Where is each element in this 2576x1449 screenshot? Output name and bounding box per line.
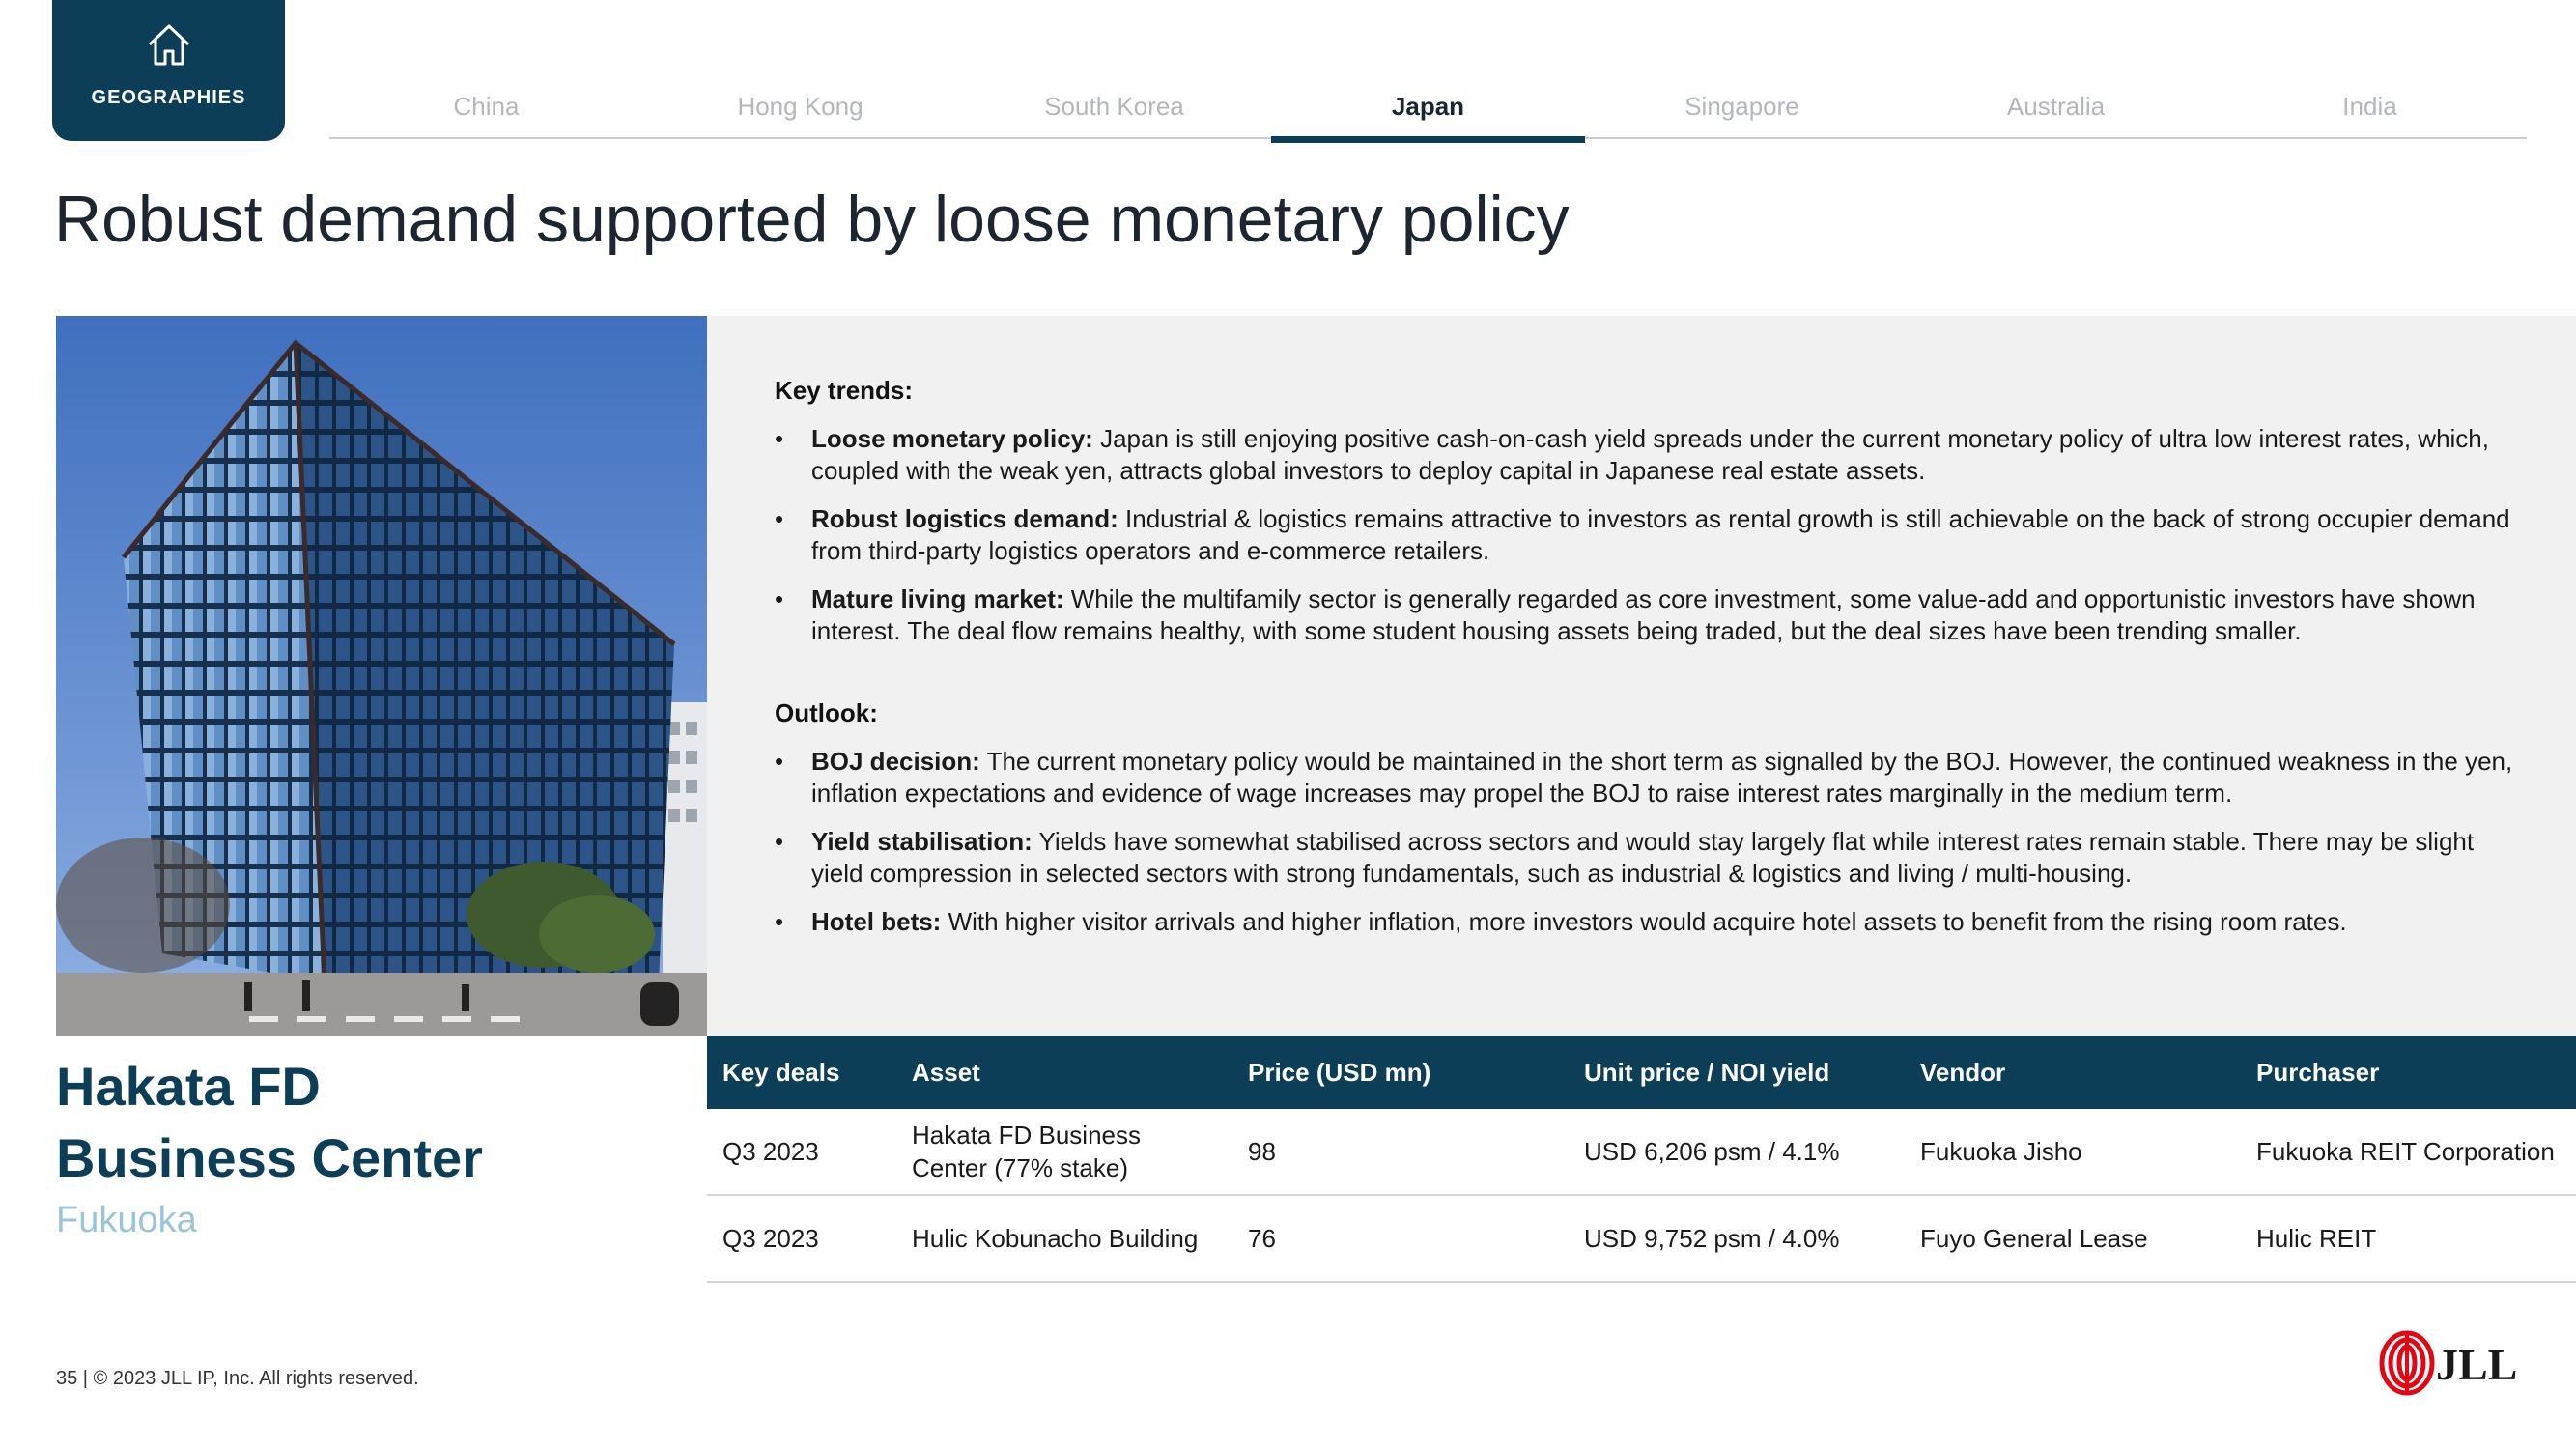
header-vendor: Vendor — [1905, 1036, 2241, 1109]
table-row: Q3 2023 Hulic Kobunacho Building 76 USD … — [707, 1195, 2576, 1283]
commentary-panel: Key trends: Loose monetary policy: Japan… — [707, 316, 2576, 1036]
header-price: Price (USD mn) — [1232, 1036, 1569, 1109]
key-deals-table: Key deals Asset Price (USD mn) Unit pric… — [707, 1036, 2576, 1283]
geographies-home-button[interactable]: GEOGRAPHIES — [52, 0, 285, 141]
tab-japan[interactable]: Japan — [1271, 87, 1585, 143]
jll-logo: JLL — [2378, 1329, 2523, 1397]
table-cell: Q3 2023 — [707, 1195, 896, 1283]
header-key-deals: Key deals — [707, 1036, 896, 1109]
house-icon — [148, 24, 190, 66]
header-unit-price: Unit price / NOI yield — [1569, 1036, 1905, 1109]
tab-singapore[interactable]: Singapore — [1585, 87, 1899, 137]
list-item: Mature living market: While the multifam… — [775, 583, 2523, 647]
asset-city: Fukuoka — [56, 1200, 197, 1240]
list-item: Loose monetary policy: Japan is still en… — [775, 423, 2523, 487]
header-asset: Asset — [896, 1036, 1232, 1109]
table-cell: Fuyo General Lease — [1905, 1195, 2241, 1283]
table-cell: USD 6,206 psm / 4.1% — [1569, 1109, 1905, 1196]
table-cell: Hulic REIT — [2241, 1195, 2576, 1283]
asset-name: Hakata FD Business Center — [56, 1056, 483, 1188]
key-trends-heading: Key trends: — [775, 376, 914, 405]
table-cell: Fukuoka REIT Corporation — [2241, 1109, 2576, 1196]
header-purchaser: Purchaser — [2241, 1036, 2576, 1109]
footer-copyright: 35 | © 2023 JLL IP, Inc. All rights rese… — [56, 1368, 419, 1389]
country-tabs: China Hong Kong South Korea Japan Singap… — [329, 81, 2527, 143]
list-item: BOJ decision: The current monetary polic… — [775, 746, 2523, 810]
table-cell: USD 9,752 psm / 4.0% — [1569, 1195, 1905, 1283]
list-item: Hotel bets: With higher visitor arrivals… — [775, 906, 2523, 938]
geographies-label: GEOGRAPHIES — [91, 87, 246, 108]
key-trends-list: Loose monetary policy: Japan is still en… — [775, 423, 2523, 664]
table-cell: Fukuoka Jisho — [1905, 1109, 2241, 1196]
table-cell: Hulic Kobunacho Building — [896, 1195, 1232, 1283]
tab-australia[interactable]: Australia — [1899, 87, 2213, 137]
table-cell: 76 — [1232, 1195, 1569, 1283]
list-item: Yield stabilisation: Yields have somewha… — [775, 826, 2523, 890]
table-row: Q3 2023 Hakata FD Business Center (77% s… — [707, 1109, 2576, 1196]
table-cell: 98 — [1232, 1109, 1569, 1196]
tab-south-korea[interactable]: South Korea — [957, 87, 1271, 137]
tab-hong-kong[interactable]: Hong Kong — [643, 87, 957, 137]
building-photo — [56, 316, 707, 1036]
page-title: Robust demand supported by loose monetar… — [54, 183, 1570, 256]
tab-china[interactable]: China — [329, 87, 643, 137]
list-item: Robust logistics demand: Industrial & lo… — [775, 503, 2523, 567]
outlook-heading: Outlook: — [775, 698, 878, 727]
tab-india[interactable]: India — [2213, 87, 2527, 137]
table-header-row: Key deals Asset Price (USD mn) Unit pric… — [707, 1036, 2576, 1109]
outlook-list: BOJ decision: The current monetary polic… — [775, 746, 2523, 954]
table-cell: Hakata FD Business Center (77% stake) — [896, 1109, 1232, 1196]
table-cell: Q3 2023 — [707, 1109, 896, 1196]
svg-text:JLL: JLL — [2436, 1340, 2517, 1389]
